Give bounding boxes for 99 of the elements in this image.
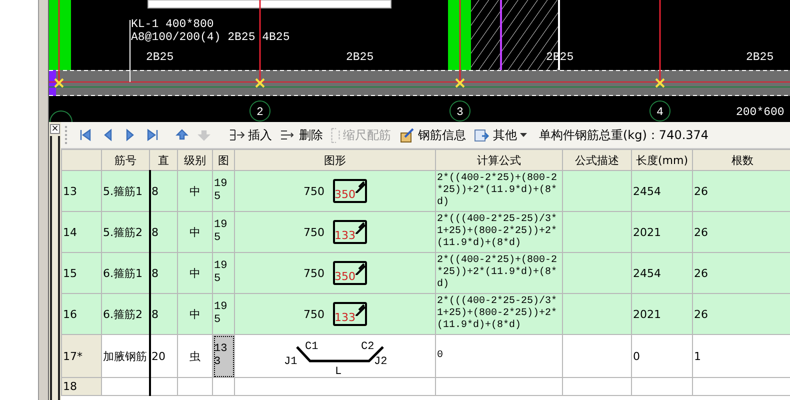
- table-cell: [632, 378, 692, 396]
- node-marker-icon: [655, 78, 665, 88]
- move-up-icon: [175, 128, 189, 142]
- dimension-label: 750: [304, 184, 324, 198]
- rebar-label: 2B25: [746, 51, 774, 64]
- formula-text: 2*((400-2*25)+(800-2*25))+2*(11.9*d)+(8*d): [437, 173, 558, 209]
- close-button[interactable]: ×: [50, 124, 60, 134]
- formula-text: 2*((400-2*25)+(800-2*25))+2*(11.9*d)+(8*d): [437, 255, 558, 291]
- more-icon: [474, 128, 490, 142]
- table-cell: [178, 378, 212, 396]
- row-number: 14: [62, 212, 102, 252]
- column-header: 图: [212, 150, 234, 170]
- table-cell: [150, 378, 178, 396]
- table-cell: 5.箍筋1: [102, 170, 150, 212]
- rebar-info-icon: [399, 128, 415, 142]
- table-cell: [562, 378, 632, 396]
- wall-edge-line: [500, 0, 502, 70]
- row-number: 17*: [62, 334, 102, 378]
- table-cell: 2454: [632, 170, 692, 212]
- axis-bubble: 4: [650, 100, 670, 122]
- table-cell: 2021: [632, 294, 692, 334]
- table-cell: 2021: [632, 212, 692, 252]
- first-record-icon: [79, 128, 93, 142]
- beam-label: KL-1 400*800: [131, 18, 214, 31]
- table-cell: 中: [178, 212, 212, 252]
- table-cell: 20: [150, 334, 178, 378]
- table-cell: 中: [178, 252, 212, 294]
- rebar-label: A8@100/200(4) 2B25 4B25: [131, 31, 290, 44]
- column-header: 公式描述: [562, 150, 632, 170]
- dimension-label: L: [335, 366, 342, 375]
- dimension-label: J2: [374, 356, 388, 368]
- column-drawing: [49, 0, 71, 70]
- dimension-label: J1: [284, 356, 298, 368]
- column-header: 计算公式: [436, 150, 562, 170]
- delete-button[interactable]: 删除: [278, 126, 325, 144]
- node-marker-icon: [54, 78, 64, 88]
- axis-bubble: 2: [250, 100, 270, 122]
- column-header: 直: [150, 150, 178, 170]
- node-marker-icon: [455, 78, 465, 88]
- table-cell: 195: [212, 252, 234, 294]
- other-button[interactable]: 其他: [472, 126, 529, 144]
- table-cell: 195: [212, 170, 234, 212]
- table-cell: 26: [692, 294, 790, 334]
- formula-text: 2*(((400-2*25-25)/3*1+25)+(800-2*25))+2*(11.9*d)+(8*d): [437, 214, 558, 250]
- table-cell: 195: [212, 212, 234, 252]
- table-cell: 26: [692, 252, 790, 294]
- section-label: 200*600: [736, 106, 784, 119]
- formula-text: 2*(((400-2*25-25)/3*1+25)+(800-2*25))+2*(11.9*d)+(8*d): [437, 296, 558, 332]
- column-header: 级别: [178, 150, 212, 170]
- dimension-label: 350: [334, 189, 356, 201]
- dimension-label: 750: [304, 308, 324, 320]
- table-cell: 8: [150, 252, 178, 294]
- column-header: 长度(mm): [632, 150, 692, 170]
- column-header: 筋号: [102, 150, 150, 170]
- move-down-icon: [197, 128, 211, 142]
- dimension-label: C2: [361, 341, 374, 353]
- row-number: 18: [62, 378, 102, 396]
- table-cell: 中: [178, 294, 212, 334]
- table-cell: 5.箍筋2: [102, 212, 150, 252]
- info-button[interactable]: 钢筋信息: [397, 126, 468, 144]
- formula-text: 0: [437, 350, 444, 362]
- splitter-bar[interactable]: [39, 0, 49, 400]
- last-record-icon: [145, 128, 159, 142]
- delete-row-icon: [280, 128, 296, 142]
- table-cell: 8: [150, 212, 178, 252]
- table-cell: 6.箍筋2: [102, 294, 150, 334]
- row-number: 16: [62, 294, 102, 334]
- dimension-label: 750: [304, 226, 324, 238]
- row-number: 13: [62, 170, 102, 212]
- table-cell: 26: [692, 170, 790, 212]
- total-weight-label: 单构件钢筋总重(kg)：740.374: [539, 126, 709, 144]
- insert-row-icon: [229, 128, 245, 142]
- table-cell: 2454: [632, 252, 692, 294]
- table-cell: 0: [632, 334, 692, 378]
- dimension-label: C1: [305, 341, 318, 353]
- node-marker-icon: [255, 78, 265, 88]
- insert-button[interactable]: 插入: [227, 126, 274, 144]
- table-cell: 195: [212, 294, 234, 334]
- table-cell: 8: [150, 170, 178, 212]
- dimension-label: 133: [334, 230, 356, 242]
- table-cell: 中: [178, 170, 212, 212]
- column-header: 根数: [692, 150, 790, 170]
- table-cell: 133: [212, 334, 234, 378]
- dimension-label: 350: [334, 271, 356, 283]
- table-cell: 6.箍筋1: [102, 252, 150, 294]
- table-cell: 26: [692, 212, 790, 252]
- axis-bubble: 3: [450, 100, 470, 122]
- dimension-label: 133: [334, 312, 356, 324]
- rebar-label: 2B25: [346, 51, 374, 64]
- caret-icon: [520, 132, 527, 138]
- dimension-label: 750: [304, 266, 324, 280]
- table-cell: 8: [150, 294, 178, 334]
- axis-bubble: [50, 110, 72, 122]
- column-header: 图形: [234, 150, 436, 170]
- column-drawing: [448, 0, 471, 70]
- row-number: 15: [62, 252, 102, 294]
- panel-grip[interactable]: [50, 136, 60, 400]
- scale-icon: [331, 128, 340, 142]
- rebar-label: 2B25: [146, 51, 174, 64]
